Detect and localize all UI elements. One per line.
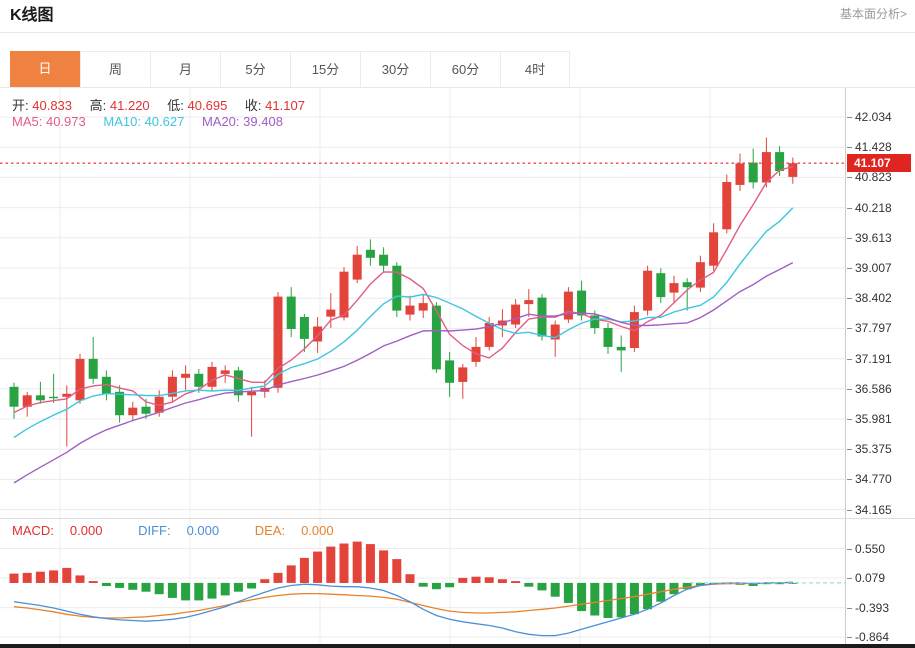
macd-axis-tick: 0.079 (847, 571, 885, 585)
chart-area: 41.107 42.034 41.428 40.823 40.218 39.613 39.… (0, 88, 915, 644)
price-axis-tick: 42.034 (847, 110, 892, 124)
price-axis-tick: 37.191 (847, 352, 892, 366)
price-axis-tick: 37.797 (847, 321, 892, 335)
macd-axis-tick: -0.864 (847, 630, 889, 644)
page-header: K线图 基本面分析> (0, 0, 915, 33)
price-axis-tick: 36.586 (847, 382, 892, 396)
tab-15min[interactable]: 15分 (290, 51, 360, 87)
price-axis-tick: 35.375 (847, 442, 892, 456)
main-chart-pane: 41.107 42.034 41.428 40.823 40.218 39.613 39.… (0, 88, 915, 518)
tab-month[interactable]: 月 (150, 51, 220, 87)
tab-4hour[interactable]: 4时 (500, 51, 570, 87)
tab-30min[interactable]: 30分 (360, 51, 430, 87)
tab-60min[interactable]: 60分 (430, 51, 500, 87)
price-axis-tick: 41.428 (847, 140, 892, 154)
candlestick-chart[interactable] (0, 88, 845, 518)
tab-5min[interactable]: 5分 (220, 51, 290, 87)
kline-app: K线图 基本面分析> 日周月 5分 15分 30分 60分 4时 41.107 42.03… (0, 0, 915, 648)
macd-axis-tick: -0.393 (847, 601, 889, 615)
macd-chart[interactable] (0, 519, 845, 644)
current-price-badge: 41.107 (847, 154, 911, 173)
price-axis-tick: 34.165 (847, 503, 892, 517)
tab-week[interactable]: 周 (80, 51, 150, 87)
price-axis: 41.107 42.034 41.428 40.823 40.218 39.613 39.… (845, 88, 915, 518)
price-axis-tick: 34.770 (847, 472, 892, 486)
period-tabs: 日周月 5分 15分 30分 60分 4时 (0, 51, 915, 88)
page-title: K线图 (10, 7, 54, 24)
chart-bottom-border (0, 644, 915, 648)
tabs-left-pad (0, 51, 10, 87)
fundamental-analysis-link[interactable]: 基本面分析> (840, 5, 907, 22)
macd-axis: 0.550 0.079 -0.393 -0.864 (845, 519, 915, 644)
price-axis-tick: 40.823 (847, 170, 892, 184)
price-axis-tick: 39.007 (847, 261, 892, 275)
macd-pane: 0.550 0.079 -0.393 -0.864 MACD: 0.000 DIFF: 0… (0, 518, 915, 644)
price-axis-tick: 39.613 (847, 231, 892, 245)
tab-day[interactable]: 日 (10, 51, 80, 87)
price-axis-tick: 40.218 (847, 201, 892, 215)
price-axis-tick: 35.981 (847, 412, 892, 426)
macd-axis-tick: 0.550 (847, 542, 885, 556)
price-axis-tick: 38.402 (847, 291, 892, 305)
